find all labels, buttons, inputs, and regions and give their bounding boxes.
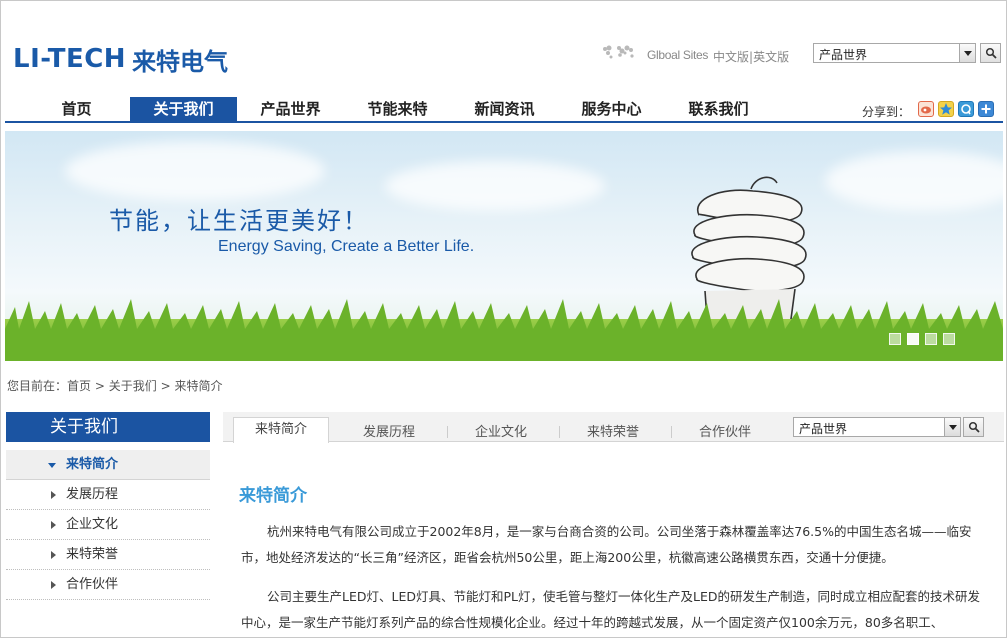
nav-contact[interactable]: 联系我们: [665, 97, 772, 121]
tab-intro[interactable]: 来特简介: [233, 417, 329, 443]
nav-news[interactable]: 新闻资讯: [451, 97, 558, 121]
sidebar-item-intro[interactable]: 来特简介: [6, 450, 210, 480]
caret-right-icon: [51, 491, 56, 499]
breadcrumb-current: 来特简介: [174, 379, 223, 393]
tab-partners[interactable]: 合作伙伴: [699, 421, 751, 440]
weibo-share-icon[interactable]: [918, 101, 934, 117]
sidebar-item-partners[interactable]: 合作伙伴: [6, 570, 210, 600]
banner-title: 节能，让生活更美好！: [109, 207, 369, 235]
nav-about[interactable]: 关于我们: [130, 97, 237, 121]
nav-underline: [5, 121, 1003, 123]
page-frame: LI-TECH 来特电气 Glboal Sites 中文版|英文版 产品世界 首…: [0, 0, 1007, 638]
caret-down-icon: [48, 463, 56, 468]
sidebar-item-label: 来特荣誉: [66, 547, 119, 562]
breadcrumb-home[interactable]: 首页: [67, 379, 91, 393]
banner-pagination: [889, 333, 955, 345]
tab-divider: [559, 426, 560, 438]
breadcrumb-sep: >: [94, 379, 105, 393]
sidebar-item-label: 发展历程: [66, 487, 119, 502]
banner-dot-active[interactable]: [907, 333, 919, 345]
language-switch: 中文版|英文版: [713, 48, 789, 65]
global-sites-link[interactable]: Glboal Sites: [647, 48, 708, 62]
tab-divider: [671, 426, 672, 438]
share-icons: [918, 101, 994, 117]
sidebar-item-culture[interactable]: 企业文化: [6, 510, 210, 540]
logo-chinese: 来特电气: [132, 47, 229, 76]
search-icon: [985, 47, 997, 59]
top-category-select[interactable]: 产品世界: [813, 43, 976, 63]
caret-right-icon: [51, 581, 56, 589]
lang-en-link[interactable]: 英文版: [753, 50, 789, 64]
share-label: 分享到：: [862, 105, 911, 119]
breadcrumb-sep: >: [160, 379, 171, 393]
sidebar-item-honors[interactable]: 来特荣誉: [6, 540, 210, 570]
banner-dot[interactable]: [889, 333, 901, 345]
tab-history[interactable]: 发展历程: [363, 421, 415, 440]
sidebar-title: 关于我们: [6, 412, 210, 442]
site-logo[interactable]: LI-TECH 来特电气: [13, 44, 228, 76]
sidebar-item-label: 来特简介: [66, 457, 119, 472]
banner-dot[interactable]: [943, 333, 955, 345]
lang-cn-link[interactable]: 中文版: [713, 50, 749, 64]
tqq-share-icon[interactable]: [958, 101, 974, 117]
grass-decoration: [5, 299, 1003, 361]
breadcrumb: 您目前在：首页 > 关于我们 > 来特简介: [7, 377, 223, 394]
chevron-down-icon[interactable]: [959, 44, 975, 62]
tab-divider: [447, 426, 448, 438]
nav-service[interactable]: 服务中心: [558, 97, 665, 121]
more-share-icon[interactable]: [978, 101, 994, 117]
caret-right-icon: [51, 521, 56, 529]
content-select-value: 产品世界: [799, 422, 848, 436]
nav-products[interactable]: 产品世界: [237, 97, 344, 121]
sidebar-item-label: 企业文化: [66, 517, 119, 532]
intro-paragraph-2: 公司主要生产LED灯、LED灯具、节能灯和PL灯，使毛管与整灯一体化生产及LED…: [241, 589, 980, 630]
content-search-button[interactable]: [963, 417, 984, 437]
world-map-icon: [603, 45, 634, 59]
tab-culture[interactable]: 企业文化: [475, 421, 527, 440]
caret-right-icon: [51, 551, 56, 559]
sidebar-menu: 来特简介 发展历程 企业文化 来特荣誉 合作伙伴: [6, 450, 210, 600]
qzone-share-icon[interactable]: [938, 101, 954, 117]
banner-subtitle: Energy Saving, Create a Better Life.: [218, 238, 475, 255]
chevron-down-icon[interactable]: [944, 418, 960, 436]
top-search-button[interactable]: [980, 43, 1001, 63]
content-title: 来特简介: [239, 486, 307, 506]
logo-english: LI-TECH: [13, 44, 127, 74]
main-nav: 首页 关于我们 产品世界 节能来特 新闻资讯 服务中心 联系我们: [23, 97, 772, 121]
nav-energy[interactable]: 节能来特: [344, 97, 451, 121]
sidebar-item-history[interactable]: 发展历程: [6, 480, 210, 510]
top-select-value: 产品世界: [819, 48, 868, 62]
banner-dot[interactable]: [925, 333, 937, 345]
tab-honors[interactable]: 来特荣誉: [587, 421, 639, 440]
breadcrumb-prefix: 您目前在：: [7, 379, 68, 393]
intro-paragraph-1: 杭州来特电气有限公司成立于2002年8月，是一家与台商合资的公司。公司坐落于森林…: [241, 524, 972, 565]
hero-banner: 节能，让生活更美好！ Energy Saving, Create a Bette…: [5, 131, 1003, 361]
sidebar-item-label: 合作伙伴: [66, 577, 119, 592]
nav-home[interactable]: 首页: [23, 97, 130, 121]
content-category-select[interactable]: 产品世界: [793, 417, 961, 437]
breadcrumb-about[interactable]: 关于我们: [109, 379, 157, 393]
search-icon: [968, 421, 980, 433]
